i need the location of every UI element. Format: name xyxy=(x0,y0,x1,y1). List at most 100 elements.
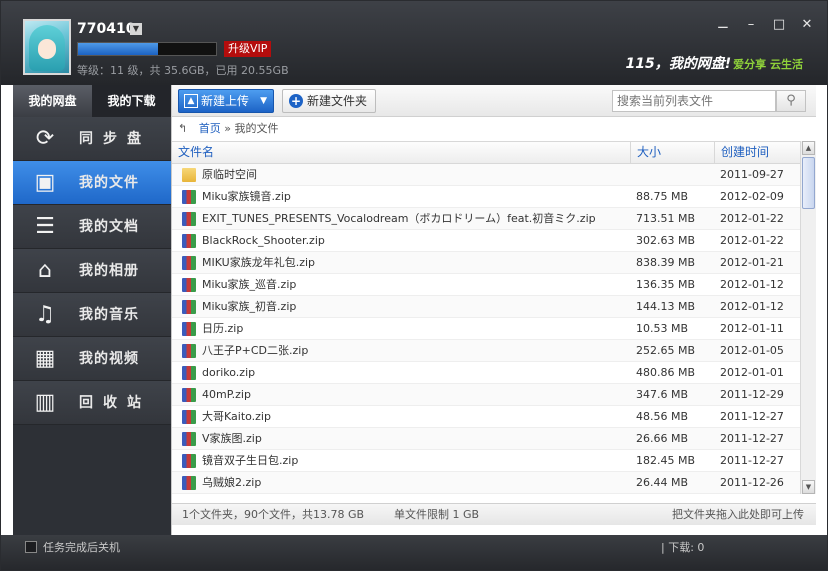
file-name: 原临时空间 xyxy=(202,168,257,181)
zip-file-icon xyxy=(182,476,196,490)
status-bar: 1个文件夹，90个文件，共13.78 GB 单文件限制 1 GB 把文件夹拖入此… xyxy=(172,503,816,525)
file-date: 2012-01-05 xyxy=(720,344,784,357)
zip-file-icon xyxy=(182,432,196,446)
bottom-bar: 任务完成后关机 | 下载: 0 xyxy=(1,535,827,570)
avatar[interactable] xyxy=(23,19,71,75)
sidebar-item-recycle-bin[interactable]: ▥ 回收站 xyxy=(13,381,171,425)
quota-bar xyxy=(77,42,217,56)
file-date: 2012-01-01 xyxy=(720,366,784,379)
file-name: V家族图.zip xyxy=(202,432,262,445)
back-icon[interactable]: ↰ xyxy=(178,122,187,135)
toolbar: ▲ 新建上传 ▼ + 新建文件夹 ⚲ xyxy=(172,85,816,117)
brand-logo: 115，我的网盘! 爱分享 云生活 xyxy=(626,53,803,73)
briefcase-icon: ▣ xyxy=(34,170,56,195)
scroll-thumb[interactable] xyxy=(802,157,815,209)
file-size: 480.86 MB xyxy=(636,366,696,379)
table-row[interactable]: 八王子P+CD二张.zip 252.65 MB 2012-01-05 xyxy=(172,340,800,362)
file-date: 2011-12-27 xyxy=(720,454,784,467)
column-header-name[interactable]: 文件名 xyxy=(172,142,630,163)
file-date: 2011-12-29 xyxy=(720,388,784,401)
table-row[interactable]: 日历.zip 10.53 MB 2012-01-11 xyxy=(172,318,800,340)
table-row[interactable]: 40mP.zip 347.6 MB 2011-12-29 xyxy=(172,384,800,406)
minimize-icon[interactable]: – xyxy=(739,15,763,35)
new-folder-button[interactable]: + 新建文件夹 xyxy=(282,89,376,113)
username[interactable]: 770410 xyxy=(77,21,135,37)
breadcrumb-home[interactable]: 首页 xyxy=(199,122,221,135)
tab-my-downloads[interactable]: 我的下载 xyxy=(92,85,171,117)
file-size: 302.63 MB xyxy=(636,234,696,247)
close-icon[interactable]: ✕ xyxy=(795,15,819,35)
trash-icon: ▥ xyxy=(34,390,56,415)
sidebar-item-label: 回收站 xyxy=(79,395,151,411)
file-date: 2012-01-22 xyxy=(720,212,784,225)
new-upload-button[interactable]: ▲ 新建上传 ▼ xyxy=(178,89,274,113)
file-size: 144.13 MB xyxy=(636,300,696,313)
file-size: 838.39 MB xyxy=(636,256,696,269)
sidebar-item-sync[interactable]: ⟳ 同步盘 xyxy=(13,117,171,161)
file-date: 2011-12-27 xyxy=(720,432,784,445)
quota-fill xyxy=(78,43,159,55)
table-header: 文件名 大小 创建时间 xyxy=(172,141,800,164)
sidebar-item-my-docs[interactable]: ☰ 我的文档 xyxy=(13,205,171,249)
file-list: 原临时空间 2011-09-27 Miku家族镜音.zip 88.75 MB 2012… xyxy=(172,164,800,494)
file-name: 日历.zip xyxy=(202,322,244,335)
sidebar-item-label: 我的音乐 xyxy=(79,307,139,323)
file-date: 2011-12-27 xyxy=(720,410,784,423)
sidebar-item-my-music[interactable]: ♫ 我的音乐 xyxy=(13,293,171,337)
chevron-down-icon[interactable]: ▼ xyxy=(260,90,267,112)
column-header-size[interactable]: 大小 xyxy=(630,142,714,163)
file-date: 2012-01-12 xyxy=(720,300,784,313)
status-drag-hint: 把文件夹拖入此处即可上传 xyxy=(672,508,804,521)
table-row[interactable]: V家族图.zip 26.66 MB 2011-12-27 xyxy=(172,428,800,450)
search-input[interactable] xyxy=(612,90,776,112)
file-name: 乌贼娘2.zip xyxy=(202,476,262,489)
maximize-icon[interactable]: □ xyxy=(767,15,791,35)
shutdown-label: 任务完成后关机 xyxy=(43,541,120,554)
download-count[interactable]: | 下载: 0 xyxy=(661,539,704,555)
plus-icon: + xyxy=(289,94,303,108)
sidebar-item-my-videos[interactable]: ▦ 我的视频 xyxy=(13,337,171,381)
sidebar-item-my-photos[interactable]: ⌂ 我的相册 xyxy=(13,249,171,293)
table-row[interactable]: 大哥Kaito.zip 48.56 MB 2011-12-27 xyxy=(172,406,800,428)
zip-file-icon xyxy=(182,454,196,468)
level-text: 等级：11 级，共 35.6GB，已用 20.55GB xyxy=(77,64,289,77)
tab-my-disk[interactable]: 我的网盘 xyxy=(13,85,92,117)
table-row[interactable]: EXIT_TUNES_PRESENTS_Vocalodream（ボカロドリーム）… xyxy=(172,208,800,230)
zip-file-icon xyxy=(182,344,196,358)
zip-file-icon xyxy=(182,388,196,402)
table-row[interactable]: Miku家族_巡音.zip 136.35 MB 2012-01-12 xyxy=(172,274,800,296)
zip-file-icon xyxy=(182,322,196,336)
file-date: 2012-01-11 xyxy=(720,322,784,335)
table-row[interactable]: 镜音双子生日包.zip 182.45 MB 2011-12-27 xyxy=(172,450,800,472)
zip-file-icon xyxy=(182,410,196,424)
music-icon: ♫ xyxy=(35,302,55,327)
table-row[interactable]: doriko.zip 480.86 MB 2012-01-01 xyxy=(172,362,800,384)
menu-icon[interactable]: ⚊ xyxy=(711,15,735,35)
table-row[interactable]: Miku家族_初音.zip 144.13 MB 2012-01-12 xyxy=(172,296,800,318)
brand-slogan: 爱分享 云生活 xyxy=(733,58,803,71)
user-dropdown-icon[interactable]: ▼ xyxy=(130,23,142,35)
zip-file-icon xyxy=(182,300,196,314)
table-row[interactable]: BlackRock_Shooter.zip 302.63 MB 2012-01-22 xyxy=(172,230,800,252)
file-date: 2012-01-22 xyxy=(720,234,784,247)
upload-icon: ▲ xyxy=(184,94,198,108)
vertical-scrollbar[interactable]: ▲ ▼ xyxy=(800,141,816,494)
film-icon: ▦ xyxy=(34,346,56,371)
scroll-up-icon[interactable]: ▲ xyxy=(802,141,815,155)
table-row[interactable]: MIKU家族龙年礼包.zip 838.39 MB 2012-01-21 xyxy=(172,252,800,274)
breadcrumb: ↰ 首页 » 我的文件 xyxy=(178,121,278,137)
table-row[interactable]: Miku家族镜音.zip 88.75 MB 2012-02-09 xyxy=(172,186,800,208)
file-size: 347.6 MB xyxy=(636,388,689,401)
column-header-date[interactable]: 创建时间 xyxy=(714,142,800,163)
table-row[interactable]: 原临时空间 2011-09-27 xyxy=(172,164,800,186)
file-name: MIKU家族龙年礼包.zip xyxy=(202,256,316,269)
shutdown-checkbox[interactable] xyxy=(25,541,37,553)
table-row[interactable]: 乌贼娘2.zip 26.44 MB 2011-12-26 xyxy=(172,472,800,494)
file-size: 48.56 MB xyxy=(636,410,689,423)
scroll-down-icon[interactable]: ▼ xyxy=(802,480,815,494)
upgrade-vip-button[interactable]: 升级VIP xyxy=(224,41,272,57)
status-file-limit: 单文件限制 1 GB xyxy=(394,508,480,521)
sidebar-item-my-files[interactable]: ▣ 我的文件 xyxy=(13,161,171,205)
search-icon[interactable]: ⚲ xyxy=(776,90,806,112)
avatar-face xyxy=(38,39,56,59)
